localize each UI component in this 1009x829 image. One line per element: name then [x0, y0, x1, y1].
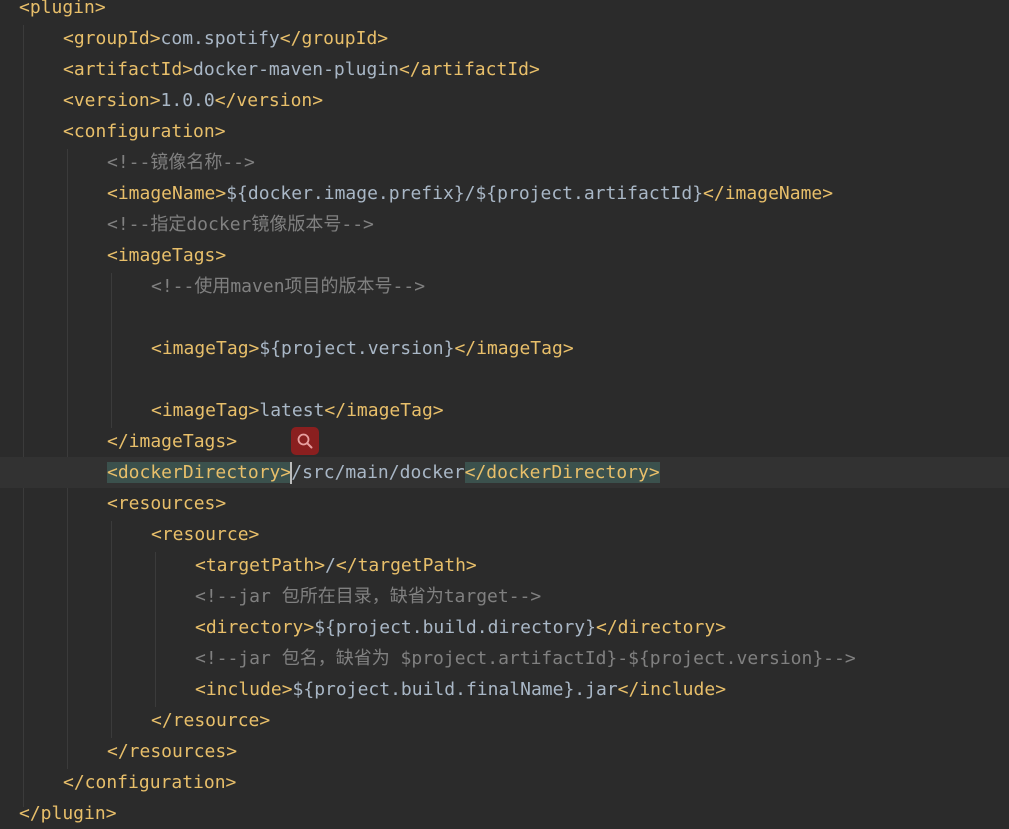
code-line-image-tags-close[interactable]: </imageTags> — [0, 426, 1009, 457]
code-line-include[interactable]: <include>${project.build.finalName}.jar<… — [0, 674, 1009, 705]
code-line-artifact-id[interactable]: <artifactId>docker-maven-plugin</artifac… — [0, 54, 1009, 85]
xml-tag: <resource> — [151, 524, 260, 545]
xml-tag: </directory> — [595, 617, 727, 638]
code-line-image-tags-open[interactable]: <imageTags> — [0, 240, 1009, 271]
code-line-plugin-close[interactable]: </plugin> — [0, 798, 1009, 829]
xml-comment: <!--jar 包所在目录，缺省为target--> — [195, 586, 542, 607]
xml-text: latest — [259, 400, 325, 421]
code-line-image-tag-latest[interactable]: <imageTag>latest</imageTag> — [0, 395, 1009, 426]
xml-text: ${project.version} — [259, 338, 455, 359]
code-line-resources-open[interactable]: <resources> — [0, 488, 1009, 519]
xml-tag: </imageTags> — [107, 431, 238, 452]
xml-tag: </imageTag> — [454, 338, 574, 359]
xml-tag: <imageName> — [107, 183, 227, 204]
xml-text: 1.0.0 — [160, 90, 215, 111]
xml-tag: <resources> — [107, 493, 227, 514]
xml-tag: </plugin> — [19, 803, 117, 824]
xml-tag: <targetPath> — [195, 555, 326, 576]
xml-tag: </resource> — [151, 710, 271, 731]
code-line-version[interactable]: <version>1.0.0</version> — [0, 85, 1009, 116]
xml-text: / — [325, 555, 336, 576]
xml-tag: <groupId> — [63, 28, 161, 49]
xml-text: ${project.build.finalName}.jar — [292, 679, 618, 700]
xml-comment: <!--jar 包名，缺省为 $project.artifactId}-${pr… — [195, 648, 856, 669]
code-line-comment-jar-name[interactable]: <!--jar 包名，缺省为 $project.artifactId}-${pr… — [0, 643, 1009, 674]
xml-text: ${project.build.directory} — [314, 617, 596, 638]
xml-tag: <plugin> — [19, 0, 106, 18]
code-line-comment-image-name[interactable]: <!--镜像名称--> — [0, 147, 1009, 178]
code-line-blank-2[interactable] — [0, 364, 1009, 395]
code-line-resource-close[interactable]: </resource> — [0, 705, 1009, 736]
xml-tag: </version> — [214, 90, 324, 111]
code-line-comment-docker-version[interactable]: <!--指定docker镜像版本号--> — [0, 209, 1009, 240]
code-line-resources-close[interactable]: </resources> — [0, 736, 1009, 767]
xml-tag: </artifactId> — [398, 59, 540, 80]
search-icon — [297, 433, 313, 449]
search-badge[interactable] — [291, 427, 319, 455]
xml-tag: </resources> — [107, 741, 238, 762]
xml-tag: <imageTag> — [151, 338, 260, 359]
xml-text: docker-maven-plugin — [193, 59, 399, 80]
xml-tag: </imageTag> — [324, 400, 444, 421]
code-line-image-tag-version[interactable]: <imageTag>${project.version}</imageTag> — [0, 333, 1009, 364]
code-line-plugin-open[interactable]: <plugin> — [0, 0, 1009, 23]
xml-tag: </groupId> — [279, 28, 389, 49]
code-line-configuration-open[interactable]: <configuration> — [0, 116, 1009, 147]
code-line-image-name[interactable]: <imageName>${docker.image.prefix}/${proj… — [0, 178, 1009, 209]
xml-tag: <directory> — [195, 617, 315, 638]
xml-tag: </dockerDirectory> — [464, 462, 660, 483]
xml-tag: <include> — [195, 679, 293, 700]
xml-tag: </targetPath> — [335, 555, 477, 576]
xml-comment: <!--镜像名称--> — [107, 152, 255, 173]
code-line-blank-1[interactable] — [0, 302, 1009, 333]
code-line-comment-maven-version[interactable]: <!--使用maven项目的版本号--> — [0, 271, 1009, 302]
code-line-directory[interactable]: <directory>${project.build.directory}</d… — [0, 612, 1009, 643]
xml-comment: <!--指定docker镜像版本号--> — [107, 214, 374, 235]
xml-text: ${docker.image.prefix}/${project.artifac… — [226, 183, 704, 204]
xml-text: com.spotify — [160, 28, 280, 49]
xml-tag: <imageTags> — [107, 245, 227, 266]
xml-comment: <!--使用maven项目的版本号--> — [151, 276, 426, 297]
code-line-configuration-close[interactable]: </configuration> — [0, 767, 1009, 798]
code-line-group-id[interactable]: <groupId>com.spotify</groupId> — [0, 23, 1009, 54]
code-editor[interactable]: <plugin> <groupId>com.spotify</groupId> <a… — [0, 0, 1009, 825]
code-line-comment-jar-dir[interactable]: <!--jar 包所在目录，缺省为target--> — [0, 581, 1009, 612]
xml-tag: <artifactId> — [63, 59, 194, 80]
xml-tag: <dockerDirectory> — [107, 462, 292, 483]
code-line-docker-directory[interactable]: <dockerDirectory>/src/main/docker</docke… — [0, 457, 1009, 488]
xml-tag: </include> — [617, 679, 727, 700]
xml-tag: <version> — [63, 90, 161, 111]
xml-tag: </configuration> — [63, 772, 237, 793]
code-line-target-path[interactable]: <targetPath>/</targetPath> — [0, 550, 1009, 581]
xml-tag: <configuration> — [63, 121, 226, 142]
xml-tag: <imageTag> — [151, 400, 260, 421]
xml-tag: </imageName> — [703, 183, 834, 204]
xml-text: /src/main/docker — [291, 462, 465, 483]
code-line-resource-open[interactable]: <resource> — [0, 519, 1009, 550]
